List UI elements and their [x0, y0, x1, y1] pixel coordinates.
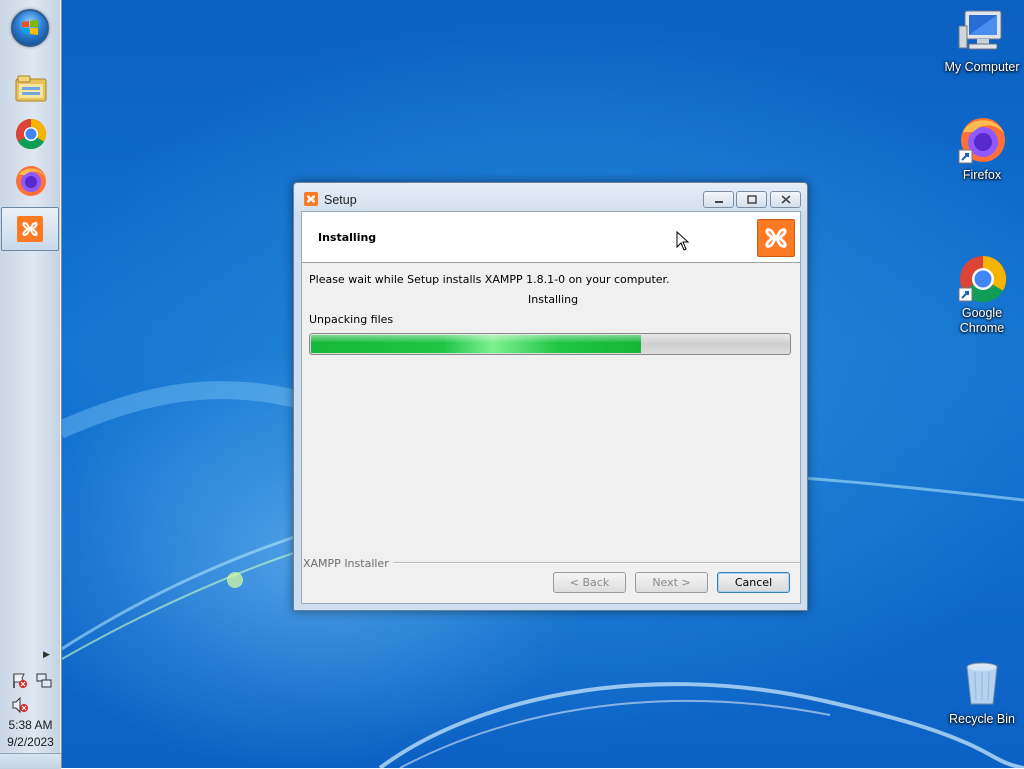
- network-icon[interactable]: [35, 672, 53, 690]
- desktop-icon-label: Recycle Bin: [949, 712, 1015, 726]
- file-explorer-icon: [15, 75, 47, 102]
- minimize-icon: [714, 200, 723, 203]
- taskbar-xampp-button[interactable]: [1, 207, 59, 251]
- next-button[interactable]: Next >: [635, 572, 708, 593]
- close-button[interactable]: [770, 191, 801, 208]
- xampp-small-icon: [304, 192, 318, 206]
- clock-date: 9/2/2023: [7, 735, 54, 749]
- setup-window: Setup Installing: [293, 182, 808, 611]
- close-icon: [780, 195, 791, 204]
- wizard-header: Installing: [302, 212, 800, 263]
- action-center-flag-icon[interactable]: [11, 672, 29, 690]
- page-title: Installing: [318, 231, 377, 244]
- computer-icon: [957, 8, 1007, 58]
- taskbar: ▶ 5:38 AM 9/2/2023: [0, 0, 62, 769]
- desktop-icon-google-chrome[interactable]: Google Chrome: [939, 224, 1024, 351]
- installer-separator: [381, 562, 800, 564]
- desktop-icon-label: Firefox: [962, 168, 1002, 182]
- recycle-bin-icon: [957, 660, 1007, 710]
- back-button[interactable]: < Back: [553, 572, 626, 593]
- windows-start-orb-icon[interactable]: [11, 9, 49, 47]
- taskbar-chrome-button[interactable]: [6, 112, 56, 156]
- desktop-icon-firefox[interactable]: Firefox: [939, 116, 1024, 183]
- clock[interactable]: 5:38 AM 9/2/2023: [0, 717, 61, 751]
- desktop-icon-label: My Computer: [944, 60, 1020, 74]
- chevron-right-icon[interactable]: ▶: [43, 650, 50, 660]
- taskbar-file-explorer-button[interactable]: [6, 66, 56, 110]
- show-desktop-button[interactable]: [0, 753, 61, 769]
- clock-time: 5:38 AM: [8, 718, 53, 732]
- desktop-icon-my-computer[interactable]: My Computer: [939, 8, 1024, 75]
- minimize-button[interactable]: [703, 191, 734, 208]
- window-title: Setup: [324, 193, 357, 207]
- desktop-icon-label: Google Chrome: [959, 306, 1005, 335]
- desktop-icon-recycle-bin[interactable]: Recycle Bin: [939, 660, 1024, 727]
- install-message: Please wait while Setup installs XAMPP 1…: [309, 273, 670, 286]
- xampp-logo-icon: [757, 219, 795, 257]
- chrome-shortcut-icon: [957, 239, 1007, 303]
- window-client-area: Installing: [301, 211, 801, 604]
- install-status: Installing: [528, 293, 579, 306]
- mouse-cursor-icon: [676, 231, 690, 251]
- cancel-button[interactable]: Cancel: [717, 572, 790, 593]
- progress-fill: [311, 335, 641, 353]
- firefox-shortcut-icon: [957, 116, 1007, 166]
- restore-icon: [746, 195, 757, 204]
- install-progress-bar: [309, 333, 791, 355]
- google-chrome-icon: [15, 119, 47, 150]
- install-detail: Unpacking files: [309, 313, 394, 326]
- firefox-icon: [16, 166, 46, 196]
- volume-muted-icon[interactable]: [11, 696, 29, 714]
- restore-button[interactable]: [736, 191, 767, 208]
- installer-brand-label: XAMPP Installer: [303, 557, 393, 570]
- xampp-icon: [17, 216, 43, 242]
- taskbar-firefox-button[interactable]: [6, 159, 56, 203]
- title-bar[interactable]: Setup: [294, 183, 807, 211]
